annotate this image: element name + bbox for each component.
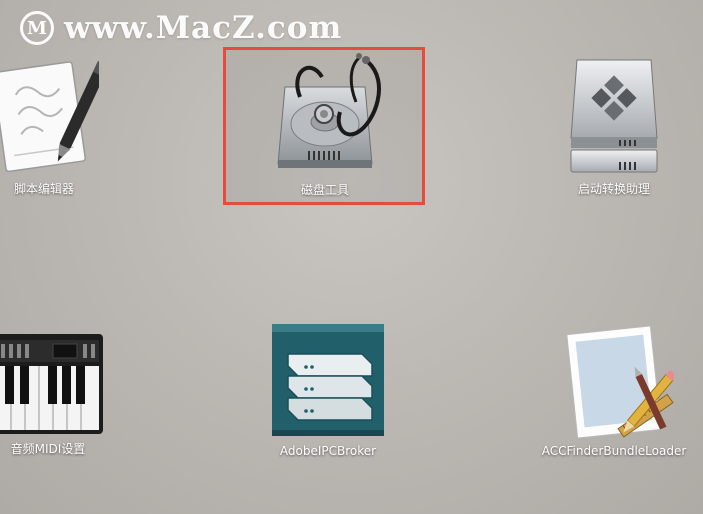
app-label: 启动转换助理	[577, 182, 650, 196]
app-label: ACCFinderBundleLoader	[541, 444, 687, 458]
watermark: M www.MacZ.com	[20, 8, 342, 48]
disk-utility-icon	[277, 53, 381, 168]
script-editor-icon	[0, 60, 99, 173]
app-adobe-ipc-broker[interactable]: AdobeIPCBroker	[238, 322, 418, 458]
app-label: 脚本编辑器	[13, 182, 74, 196]
macz-logo: M	[20, 11, 54, 45]
adobe-ipc-broker-icon	[272, 324, 384, 436]
boot-camp-assistant-icon	[570, 59, 658, 173]
app-label: 磁盘工具	[300, 183, 349, 197]
app-disk-utility[interactable]: 磁盘工具	[235, 52, 415, 198]
audio-midi-setup-icon	[0, 334, 103, 434]
app-script-editor[interactable]: 脚本编辑器	[0, 56, 134, 197]
app-acc-finder-bundle-loader[interactable]: ACCFinderBundleLoader	[524, 322, 703, 458]
watermark-text: www.MacZ.com	[64, 10, 343, 46]
app-label: 音频MIDI设置	[10, 442, 86, 456]
acc-finder-bundle-loader-icon	[566, 325, 674, 439]
app-audio-midi-setup[interactable]: 音频MIDI设置	[0, 334, 138, 457]
app-boot-camp-assistant[interactable]: 启动转换助理	[524, 56, 703, 197]
app-label: AdobeIPCBroker	[279, 444, 377, 458]
